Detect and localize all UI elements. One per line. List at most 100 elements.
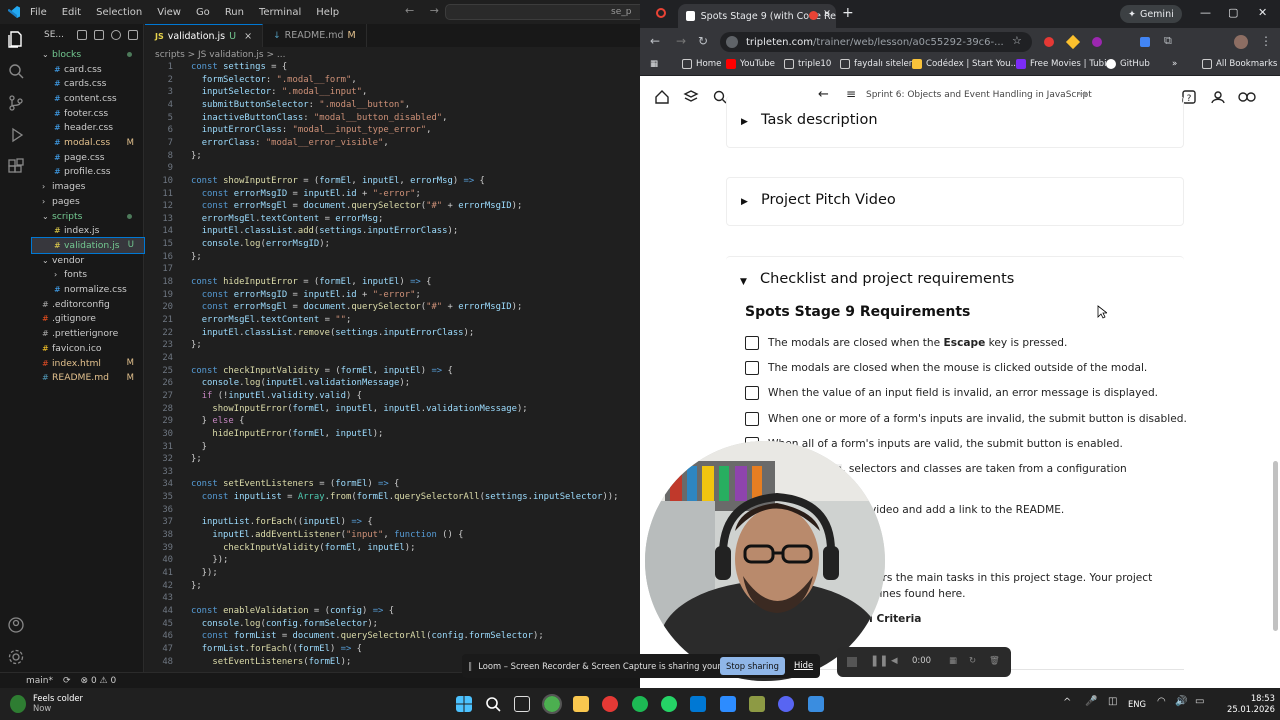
code-line[interactable]: 16}; bbox=[145, 251, 640, 264]
restart-icon[interactable]: ↻ bbox=[969, 656, 976, 666]
code-line[interactable]: 45 console.log(config.formSelector); bbox=[145, 618, 640, 631]
code-line[interactable]: 14 inputEl.classList.add(settings.inputE… bbox=[145, 225, 640, 238]
back-icon[interactable]: ← bbox=[650, 34, 660, 48]
layers-icon[interactable] bbox=[683, 89, 699, 105]
tree-item[interactable]: # README.md M bbox=[32, 370, 144, 385]
tree-item[interactable]: ⌄ vendor bbox=[32, 253, 144, 268]
refresh-icon[interactable] bbox=[111, 30, 121, 40]
section-task-description[interactable]: ▶ Task description bbox=[726, 96, 1184, 148]
code-line[interactable]: 3 inputSelector: ".modal__input", bbox=[145, 86, 640, 99]
wifi-icon[interactable]: ◠ bbox=[1157, 696, 1166, 707]
home-icon[interactable] bbox=[654, 89, 670, 105]
section-project-pitch-video[interactable]: ▶ Project Pitch Video bbox=[726, 177, 1184, 226]
tree-item[interactable]: # index.html M bbox=[32, 356, 144, 371]
code-line[interactable]: 33 bbox=[145, 466, 640, 479]
page-scrollbar[interactable] bbox=[1273, 461, 1278, 631]
sync-icon[interactable]: ⟳ bbox=[63, 676, 71, 686]
microphone-icon[interactable]: 🎤 bbox=[1085, 696, 1097, 707]
task-view-icon[interactable] bbox=[514, 696, 530, 712]
code-line[interactable]: 18 const hideInputError = (formEl, inputE… bbox=[145, 276, 640, 289]
menu-help[interactable]: Help bbox=[316, 7, 339, 18]
close-icon[interactable]: × bbox=[244, 31, 252, 42]
code-line[interactable]: 31 } bbox=[145, 441, 640, 454]
menu-run[interactable]: Run bbox=[225, 7, 244, 18]
menu-selection[interactable]: Selection bbox=[96, 7, 142, 18]
opera-icon[interactable] bbox=[602, 696, 618, 712]
windows-start-icon[interactable] bbox=[456, 696, 472, 712]
spotify-icon[interactable] bbox=[632, 696, 648, 712]
new-tab-icon[interactable]: + bbox=[842, 5, 854, 21]
vscode-taskbar-icon[interactable] bbox=[690, 696, 706, 712]
whatsapp-icon[interactable] bbox=[661, 696, 677, 712]
webcam-bubble[interactable] bbox=[645, 441, 885, 681]
apps-icon[interactable]: ▦ bbox=[650, 59, 658, 69]
more-bookmarks-icon[interactable]: » bbox=[1172, 59, 1177, 69]
menu-file[interactable]: File bbox=[30, 7, 47, 18]
tree-item[interactable]: # cards.css bbox=[32, 76, 144, 91]
forward-icon[interactable]: → bbox=[676, 34, 686, 48]
tree-item[interactable]: # profile.css bbox=[32, 165, 144, 180]
tree-item[interactable]: # .gitignore bbox=[32, 312, 144, 327]
minimize-icon[interactable]: — bbox=[1200, 6, 1211, 19]
close-window-icon[interactable]: ✕ bbox=[1258, 6, 1267, 19]
code-line[interactable]: 37 inputList.forEach((inputEl) => { bbox=[145, 516, 640, 529]
code-line[interactable]: 28 showInputError(formEl, inputEl, input… bbox=[145, 403, 640, 416]
hide-share-bar-link[interactable]: Hide bbox=[794, 660, 813, 670]
weather-widget[interactable]: Feels colder Now bbox=[33, 693, 83, 713]
grid-icon[interactable]: ▦ bbox=[949, 656, 957, 666]
code-line[interactable]: 4 submitButtonSelector: ".modal__button"… bbox=[145, 99, 640, 112]
mute-icon[interactable]: ◀ bbox=[891, 656, 898, 666]
language-indicator[interactable]: ENG bbox=[1128, 699, 1146, 709]
tree-item[interactable]: # content.css bbox=[32, 91, 144, 106]
bookmark-youtube[interactable]: YouTube bbox=[726, 59, 775, 69]
explorer-icon[interactable] bbox=[7, 30, 25, 48]
code-line[interactable]: 43 bbox=[145, 592, 640, 605]
requirement-checkbox[interactable] bbox=[745, 361, 759, 376]
code-line[interactable]: 25 const checkInputValidity = (formEl, in… bbox=[145, 365, 640, 378]
code-line[interactable]: 42}; bbox=[145, 580, 640, 593]
bookmark-tubi[interactable]: Free Movies | Tubi bbox=[1016, 59, 1106, 69]
profile-avatar[interactable] bbox=[1234, 35, 1248, 49]
tab-tripleten[interactable]: Spots Stage 9 (with Code Re × bbox=[678, 4, 836, 28]
extensions-puzzle-icon[interactable]: ⧉ bbox=[1164, 34, 1172, 48]
code-line[interactable]: 30 hideInputError(formEl, inputEl); bbox=[145, 428, 640, 441]
address-bar[interactable]: tripleten.com/trainer/web/lesson/a0c5529… bbox=[720, 32, 1032, 52]
code-line[interactable]: 9 bbox=[145, 162, 640, 175]
tree-item[interactable]: # .editorconfig bbox=[32, 297, 144, 312]
tree-item[interactable]: # footer.css bbox=[32, 106, 144, 121]
command-center-search[interactable]: se_p bbox=[445, 4, 640, 20]
git-branch[interactable]: main* bbox=[26, 676, 53, 686]
pause-icon[interactable]: ❚❚ bbox=[870, 654, 888, 667]
app-icon[interactable] bbox=[749, 696, 765, 712]
extension-yellow-icon[interactable] bbox=[1065, 34, 1081, 50]
code-line[interactable]: 24 bbox=[145, 352, 640, 365]
record-icon[interactable] bbox=[656, 8, 666, 18]
site-info-icon[interactable] bbox=[726, 36, 738, 48]
code-line[interactable]: 35 const inputList = Array.from(formEl.q… bbox=[145, 491, 640, 504]
code-line[interactable]: 13 errorMsgEl.textContent = errorMsg; bbox=[145, 213, 640, 226]
tree-item[interactable]: ⌄ scripts bbox=[32, 209, 144, 224]
extension-red-icon[interactable] bbox=[1044, 37, 1054, 47]
code-line[interactable]: 46 const formList = document.querySelect… bbox=[145, 630, 640, 643]
tree-item[interactable]: # header.css bbox=[32, 121, 144, 136]
collapse-icon[interactable]: ▼ bbox=[740, 277, 747, 287]
code-line[interactable]: 26 console.log(inputEl.validationMessage… bbox=[145, 377, 640, 390]
code-line[interactable]: 38 inputEl.addEventListener("input", fun… bbox=[145, 529, 640, 542]
menu-edit[interactable]: Edit bbox=[62, 7, 81, 18]
app2-icon[interactable] bbox=[808, 696, 824, 712]
bookmark-star-icon[interactable]: ☆ bbox=[1012, 34, 1022, 47]
code-line[interactable]: 6 inputErrorClass: "modal__input_type_er… bbox=[145, 124, 640, 137]
menu-go[interactable]: Go bbox=[196, 7, 210, 18]
menu-terminal[interactable]: Terminal bbox=[259, 7, 301, 18]
tree-item[interactable]: ⌄ blocks bbox=[32, 47, 144, 62]
gemini-button[interactable]: ✦ Gemini bbox=[1120, 5, 1182, 23]
chrome-taskbar-icon[interactable] bbox=[542, 694, 562, 714]
code-line[interactable]: 34 const setEventListeners = (formEl) => … bbox=[145, 478, 640, 491]
tree-item[interactable]: › fonts bbox=[32, 268, 144, 283]
weather-icon[interactable] bbox=[10, 695, 26, 713]
maximize-icon[interactable]: ▢ bbox=[1228, 6, 1238, 19]
stop-recording-icon[interactable] bbox=[847, 657, 857, 667]
section-title[interactable]: Checklist and project requirements bbox=[760, 271, 1014, 287]
reload-icon[interactable]: ↻ bbox=[698, 34, 708, 48]
code-line[interactable]: 15 console.log(errorMsgID); bbox=[145, 238, 640, 251]
